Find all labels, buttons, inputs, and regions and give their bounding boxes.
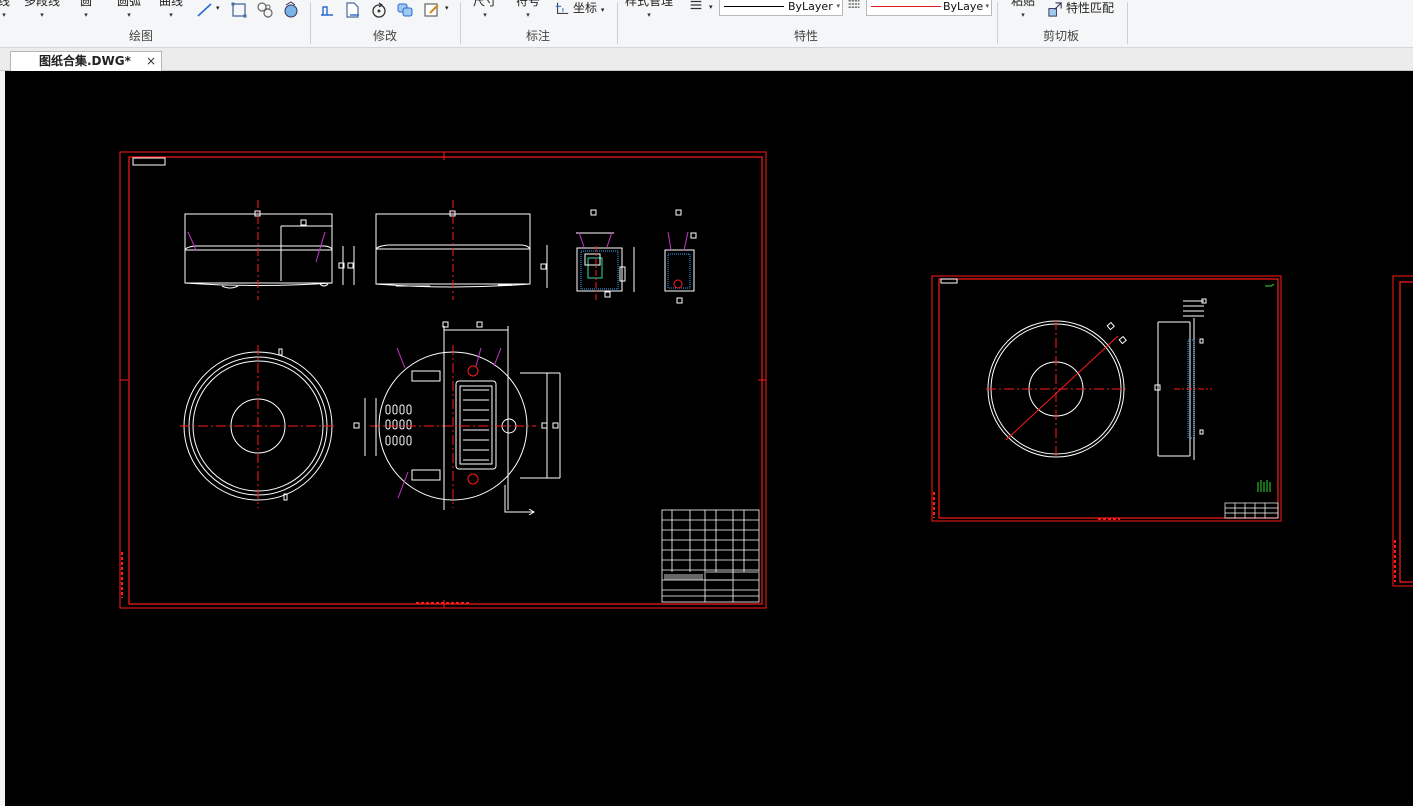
sheet-inner-frame [938,278,1279,519]
plan-view-circle [180,345,360,508]
drawing-canvas[interactable] [0,71,1413,806]
disc-section-view [1157,298,1212,460]
title-block [1224,502,1279,519]
title-block [661,509,760,603]
bottom-view [364,321,561,516]
sheet-code-box [940,278,958,284]
sheet-1 [119,151,767,609]
section-view-a [576,209,635,302]
front-elevation-view [375,200,548,300]
sheet-outer-frame [1392,275,1413,587]
roughness-symbol [1257,283,1275,492]
sheet-3-partial [1392,275,1413,587]
drawing-svg [119,151,1413,609]
grid-reference-marks [121,552,470,604]
side-elevation-view [184,200,355,300]
sheet-outer-frame [931,275,1282,522]
grid-reference-marks [933,492,1120,520]
section-view-b [664,209,697,304]
sheet-inner-frame [128,156,763,605]
sheet-2 [931,275,1282,522]
disc-plan-view [986,320,1161,458]
sheet-inner-frame [1399,281,1413,583]
sheet-code-box [132,157,166,166]
